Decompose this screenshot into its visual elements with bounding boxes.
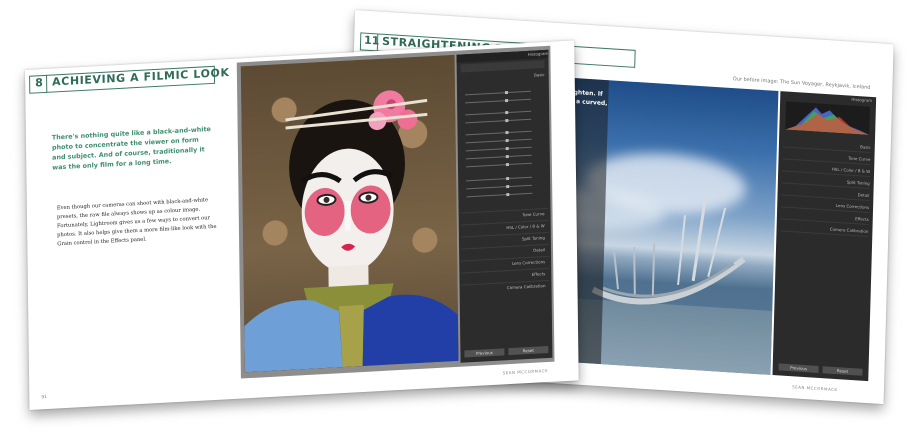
reset-button[interactable]: Reset: [822, 366, 863, 376]
slider[interactable]: [466, 184, 533, 190]
ship-sculpture: [591, 196, 746, 305]
chapter-number: 11: [363, 33, 380, 48]
panel-section-camera-calibration[interactable]: Camera Calibration: [461, 279, 550, 294]
body-paragraph: Even though our cameras can shoot with b…: [56, 197, 217, 248]
slider[interactable]: [465, 110, 532, 116]
panel-section-basic[interactable]: Basic: [461, 72, 545, 82]
kabuki-portrait-photo: [240, 54, 459, 373]
chapter-heading-divider: [46, 74, 48, 93]
previous-button[interactable]: Previous: [778, 363, 819, 373]
slider[interactable]: [466, 176, 533, 182]
slider[interactable]: [466, 192, 533, 198]
lightroom-develop-panel: Histogram Basic Tone Curve HSL / Color /…: [772, 91, 877, 382]
tool-strip: [460, 60, 545, 73]
slider[interactable]: [465, 90, 531, 96]
front-page: 8 ACHIEVING A FILMIC LOOK There's nothin…: [25, 40, 579, 410]
slider[interactable]: [465, 130, 532, 136]
previous-button[interactable]: Previous: [464, 348, 505, 358]
slider[interactable]: [465, 146, 532, 152]
slider[interactable]: [465, 162, 532, 168]
slider[interactable]: [465, 118, 532, 124]
page-footer-author: SEAN MCCORMACK: [502, 368, 549, 376]
reset-button[interactable]: Reset: [508, 345, 549, 356]
histogram-chart: [785, 101, 870, 135]
intro-paragraph: There's nothing quite like a black-and-w…: [51, 125, 211, 172]
slider[interactable]: [465, 154, 532, 160]
lightroom-develop-panel: Histogram Basic Tone Curve HSL / Color /…: [456, 49, 553, 363]
page-footer-author: SEAN MCCORMACK: [792, 384, 838, 393]
slider[interactable]: [465, 138, 532, 144]
chapter-number: 8: [35, 76, 43, 90]
page-number: 91: [41, 395, 48, 401]
slider[interactable]: [465, 98, 532, 104]
portrait-illustration: [244, 90, 459, 373]
